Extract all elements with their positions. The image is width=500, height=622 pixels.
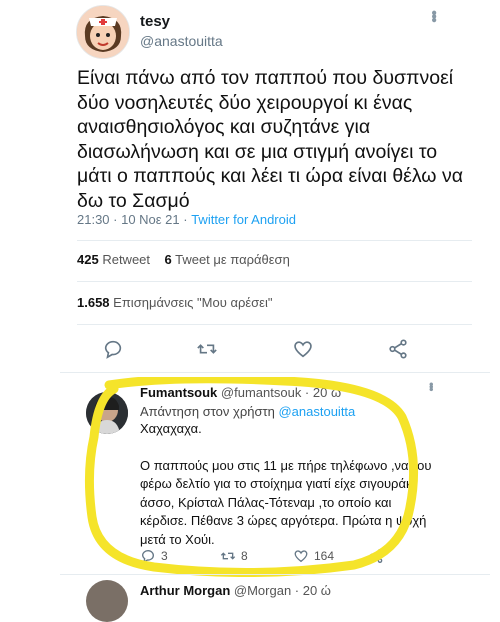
retweet-label: Retweet (102, 252, 151, 267)
tweet-meta: 21:30 · 10 Νοε 21 · Twitter for Android (77, 212, 296, 227)
divider (77, 281, 472, 282)
user-handle[interactable]: @anastouitta (140, 33, 223, 49)
tweet-source-link[interactable]: Twitter for Android (191, 212, 296, 227)
next-reply-handle-time: @Morgan · 20 ώ (233, 583, 331, 598)
reply-more-options-icon[interactable]: ••• (424, 382, 439, 390)
quote-label: Tweet με παράθεση (175, 252, 290, 267)
like-count: 1.658 (77, 295, 110, 310)
retweet-count: 425 (77, 252, 99, 267)
divider (60, 574, 490, 575)
divider (60, 372, 490, 373)
retweet-icon (197, 344, 217, 354)
like-button[interactable] (292, 338, 314, 365)
retweet-stats[interactable]: 425 Retweet 6 Tweet με παράθεση (77, 252, 290, 267)
more-options-icon[interactable]: ••• (424, 10, 442, 21)
share-icon (389, 339, 407, 359)
display-name[interactable]: tesy (140, 13, 170, 30)
tweet-timestamp: 21:30 · 10 Νοε 21 · (77, 212, 192, 227)
divider (77, 324, 472, 325)
reply-button[interactable] (102, 338, 124, 365)
next-reply-display-name: Arthur Morgan (140, 583, 231, 598)
quote-count: 6 (164, 252, 172, 267)
share-button[interactable] (387, 338, 409, 365)
avatar[interactable] (76, 5, 130, 59)
retweet-button[interactable] (196, 338, 218, 365)
highlight-scribble (84, 377, 419, 577)
avatar-cartoon-nurse-icon (77, 6, 129, 58)
tweet-text: Είναι πάνω από τον παππού που δυσπνοεί δ… (77, 67, 463, 212)
divider (77, 240, 472, 241)
like-label: Επισημάνσεις "Μου αρέσει" (113, 295, 273, 310)
like-stats[interactable]: 1.658 Επισημάνσεις "Μου αρέσει" (77, 295, 272, 310)
heart-icon (294, 341, 312, 358)
reply-icon (104, 340, 122, 359)
next-reply-author[interactable]: Arthur Morgan @Morgan · 20 ώ (140, 583, 331, 598)
next-reply-avatar[interactable] (86, 580, 128, 622)
